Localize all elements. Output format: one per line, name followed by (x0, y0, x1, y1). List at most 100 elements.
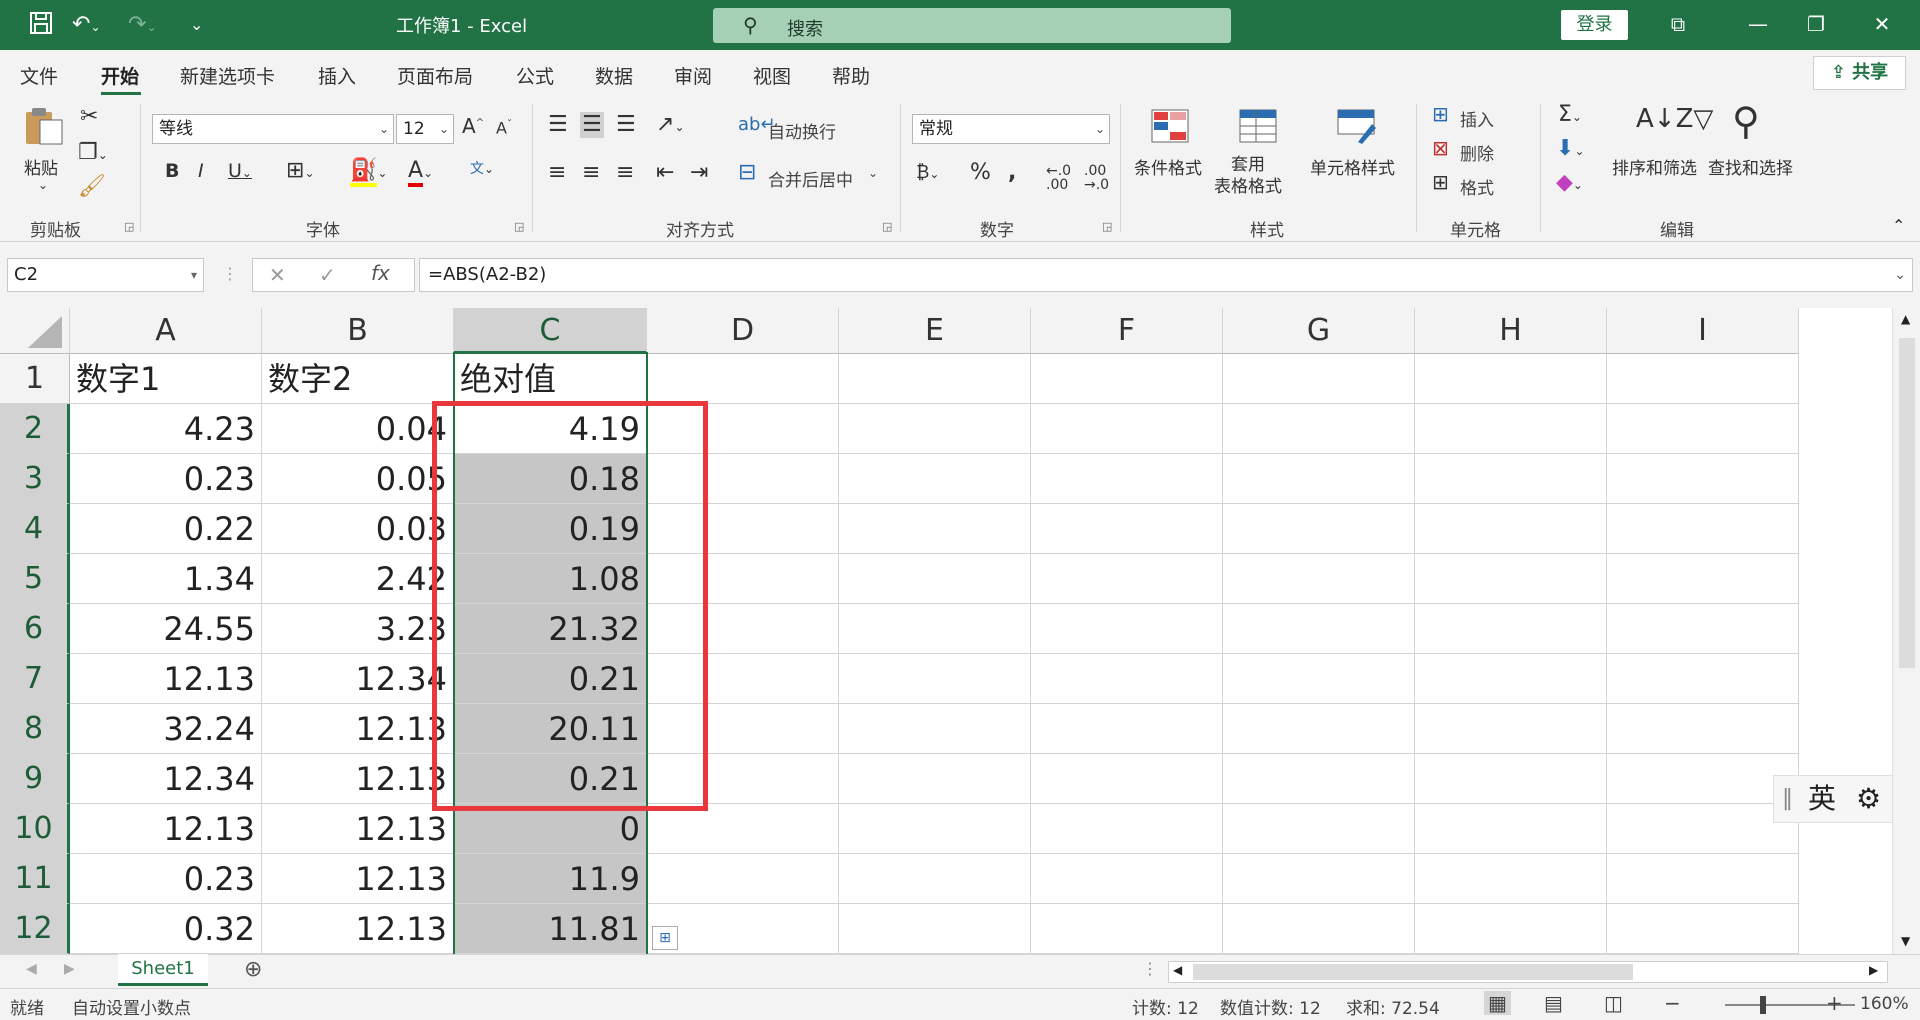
undo-icon[interactable]: ↶⌄ (72, 10, 101, 42)
row-header[interactable]: 3 (0, 454, 70, 504)
cell-h3[interactable] (1415, 454, 1607, 504)
close-icon[interactable]: ✕ (1862, 8, 1902, 40)
column-header-i[interactable]: I (1607, 308, 1799, 354)
cell-i12[interactable] (1607, 904, 1799, 954)
cell-i9[interactable] (1607, 754, 1799, 804)
cell-b6[interactable]: 3.23 (262, 604, 454, 654)
scroll-down-icon[interactable]: ▼ (1901, 934, 1910, 948)
autosum-icon[interactable]: Σ⌄ (1558, 104, 1582, 126)
cell-a5[interactable]: 1.34 (70, 554, 262, 604)
cell-f9[interactable] (1031, 754, 1223, 804)
decrease-indent-icon[interactable]: ⇤ (656, 162, 674, 184)
cell-a6[interactable]: 24.55 (70, 604, 262, 654)
clear-icon[interactable]: ◆⌄ (1556, 172, 1583, 194)
cell-i4[interactable] (1607, 504, 1799, 554)
vertical-scrollbar[interactable]: ▲ ▼ (1892, 308, 1920, 954)
cell-b1[interactable]: 数字2 (262, 354, 454, 404)
cell-f2[interactable] (1031, 404, 1223, 454)
cell-a2[interactable]: 4.23 (70, 404, 262, 454)
column-header-g[interactable]: G (1223, 308, 1415, 354)
row-header[interactable]: 7 (0, 654, 70, 704)
cell-h2[interactable] (1415, 404, 1607, 454)
row-header[interactable]: 11 (0, 854, 70, 904)
cell-b10[interactable]: 12.13 (262, 804, 454, 854)
cell-h1[interactable] (1415, 354, 1607, 404)
cell-e10[interactable] (839, 804, 1031, 854)
cell-g6[interactable] (1223, 604, 1415, 654)
cell-b3[interactable]: 0.05 (262, 454, 454, 504)
cell-h7[interactable] (1415, 654, 1607, 704)
cancel-icon[interactable]: ✕ (269, 263, 286, 287)
column-header-a[interactable]: A (70, 308, 262, 354)
name-box[interactable]: C2 ▾ (7, 258, 204, 292)
page-break-view-icon[interactable]: ◫ (1604, 991, 1623, 1015)
decrease-font-icon[interactable]: Aˇ (496, 120, 512, 136)
formula-input[interactable]: =ABS(A2-B2) ⌄ (419, 258, 1913, 292)
column-header-b[interactable]: B (262, 308, 454, 354)
column-header-h[interactable]: H (1415, 308, 1607, 354)
horizontal-scrollbar[interactable]: ◀ ▶ (1168, 961, 1888, 983)
tab-formulas[interactable]: 公式 (516, 62, 554, 89)
cell-d1[interactable] (647, 354, 839, 404)
add-sheet-icon[interactable]: ⊕ (244, 957, 262, 982)
column-header-f[interactable]: F (1031, 308, 1223, 354)
sheet-tab-sheet1[interactable]: Sheet1 (118, 954, 208, 986)
increase-decimal-icon[interactable]: ←.0.00 (1046, 164, 1071, 192)
zoom-level[interactable]: 160% (1860, 994, 1909, 1014)
scroll-thumb[interactable] (1899, 338, 1915, 668)
cell-a9[interactable]: 12.34 (70, 754, 262, 804)
number-launcher-icon[interactable]: ◲ (1102, 220, 1112, 233)
cell-h12[interactable] (1415, 904, 1607, 954)
collapse-ribbon-icon[interactable]: ⌃ (1892, 218, 1905, 234)
insert-function-icon[interactable]: fx (371, 261, 390, 285)
cell-g8[interactable] (1223, 704, 1415, 754)
fill-icon[interactable]: ⬇⌄ (1556, 138, 1585, 160)
share-button[interactable]: ⇪ 共享 (1813, 56, 1906, 90)
row-header[interactable]: 9 (0, 754, 70, 804)
increase-indent-icon[interactable]: ⇥ (690, 162, 708, 184)
orientation-icon[interactable]: ↗⌄ (656, 114, 685, 136)
tab-file[interactable]: 文件 (20, 62, 58, 89)
search-box[interactable]: ⚲ 搜索 (713, 8, 1231, 43)
cell-b5[interactable]: 2.42 (262, 554, 454, 604)
accounting-format-icon[interactable]: ₿⌄ (916, 164, 939, 182)
cell-g9[interactable] (1223, 754, 1415, 804)
tab-splitter-icon[interactable]: ⋮ (1142, 959, 1158, 978)
row-header[interactable]: 10 (0, 804, 70, 854)
cell-f6[interactable] (1031, 604, 1223, 654)
cell-b4[interactable]: 0.03 (262, 504, 454, 554)
cell-b9[interactable]: 12.13 (262, 754, 454, 804)
page-layout-view-icon[interactable]: ▤ (1544, 991, 1563, 1015)
cell-g12[interactable] (1223, 904, 1415, 954)
italic-icon[interactable]: I (198, 162, 204, 181)
cell-e3[interactable] (839, 454, 1031, 504)
cell-g1[interactable] (1223, 354, 1415, 404)
cell-g3[interactable] (1223, 454, 1415, 504)
align-top-icon[interactable]: ☰ (548, 114, 568, 136)
normal-view-icon[interactable]: ▦ (1484, 991, 1511, 1015)
borders-icon[interactable]: ⊞⌄ (286, 160, 315, 182)
enter-icon[interactable]: ✓ (319, 263, 336, 287)
cell-i1[interactable] (1607, 354, 1799, 404)
cell-h11[interactable] (1415, 854, 1607, 904)
column-header-d[interactable]: D (647, 308, 839, 354)
cell-e1[interactable] (839, 354, 1031, 404)
cell-a8[interactable]: 32.24 (70, 704, 262, 754)
scroll-left-icon[interactable]: ◀ (1173, 963, 1182, 977)
cell-e4[interactable] (839, 504, 1031, 554)
cell-e6[interactable] (839, 604, 1031, 654)
zoom-out-icon[interactable]: − (1664, 991, 1681, 1015)
cell-h9[interactable] (1415, 754, 1607, 804)
increase-font-icon[interactable]: A^ (462, 116, 484, 136)
cell-g10[interactable] (1223, 804, 1415, 854)
cell-e7[interactable] (839, 654, 1031, 704)
format-painter-icon[interactable]: 🖌 (78, 176, 106, 198)
cell-g2[interactable] (1223, 404, 1415, 454)
tab-new-tab[interactable]: 新建选项卡 (180, 62, 275, 89)
column-header-c[interactable]: C (454, 308, 647, 354)
cell-i5[interactable] (1607, 554, 1799, 604)
cell-i7[interactable] (1607, 654, 1799, 704)
align-right-icon[interactable]: ≡ (616, 162, 634, 184)
cell-e9[interactable] (839, 754, 1031, 804)
font-size-select[interactable]: 12 ⌄ (396, 114, 454, 144)
